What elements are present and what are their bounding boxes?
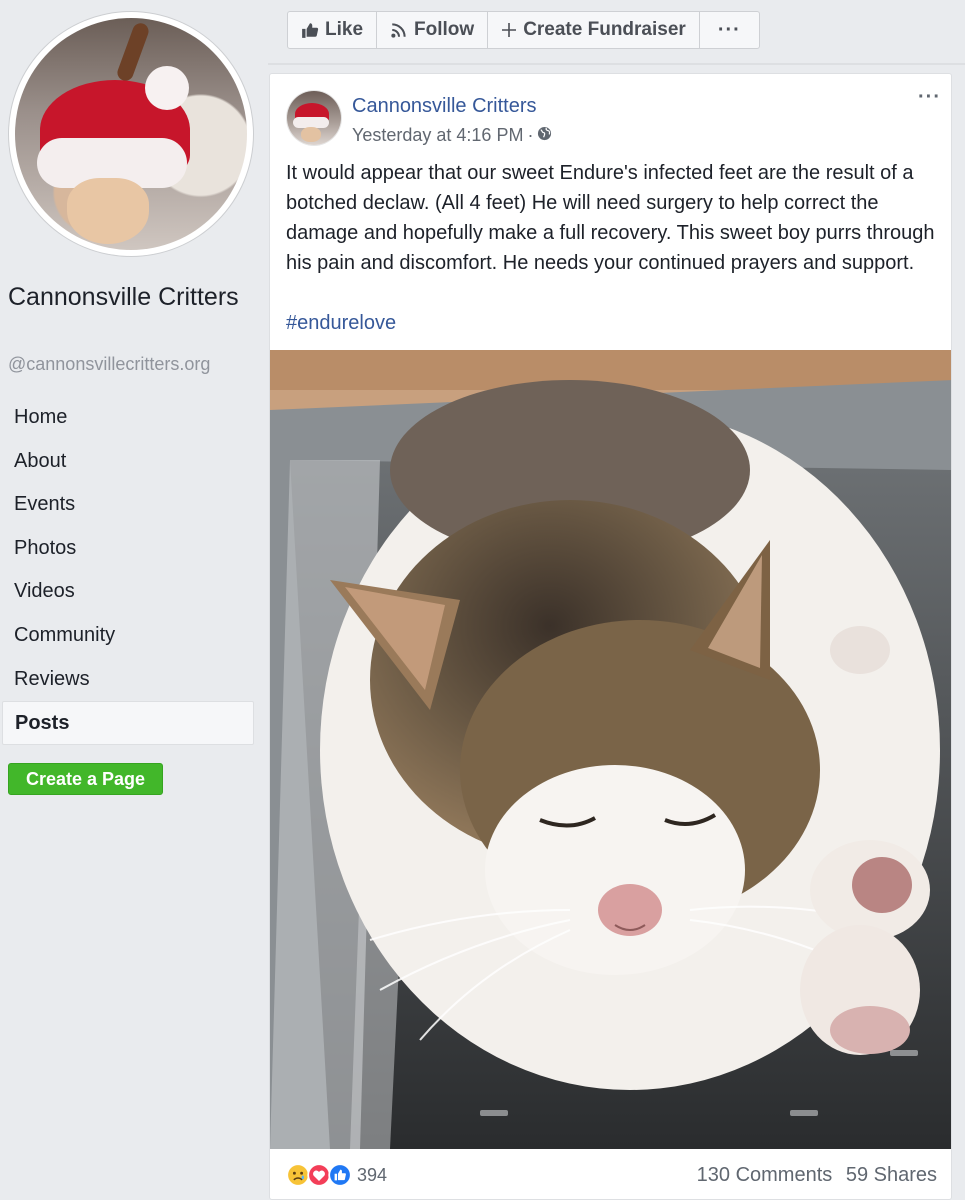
- page-profile-picture[interactable]: [9, 12, 253, 256]
- reaction-count[interactable]: 394: [357, 1165, 387, 1186]
- separator-dot: ·: [527, 125, 534, 145]
- nav-item-reviews[interactable]: Reviews: [2, 658, 254, 702]
- nav-item-home[interactable]: Home: [2, 396, 254, 440]
- rss-feed-icon: [390, 21, 408, 39]
- page-action-bar: Like Follow Create Fundraiser ···: [287, 11, 760, 49]
- comments-count-link[interactable]: 130 Comments: [697, 1164, 833, 1186]
- nav-item-about[interactable]: About: [2, 440, 254, 484]
- post-author-name[interactable]: Cannonsville Critters: [352, 95, 537, 118]
- comments-shares-summary: 130 Comments 59 Shares: [697, 1164, 937, 1187]
- cat-photo-illustration: [270, 350, 951, 1149]
- page-name[interactable]: Cannonsville Critters: [8, 278, 248, 316]
- globe-icon: [537, 125, 552, 146]
- fundraiser-label: Create Fundraiser: [523, 19, 686, 40]
- page-handle[interactable]: @cannonsvillecritters.org: [8, 354, 210, 375]
- shares-count-link[interactable]: 59 Shares: [846, 1164, 937, 1186]
- follow-button[interactable]: Follow: [377, 12, 489, 48]
- left-sidebar: Cannonsville Critters @cannonsvillecritt…: [0, 0, 262, 1200]
- like-page-button[interactable]: Like: [288, 12, 378, 48]
- post-engagement-bar: 394 130 Comments 59 Shares: [270, 1149, 951, 1199]
- profile-photo-kitten-in-santa-hat: [15, 18, 247, 250]
- follow-label: Follow: [414, 19, 475, 40]
- create-page-button[interactable]: Create a Page: [8, 763, 163, 795]
- like-label: Like: [325, 19, 364, 40]
- more-options-button[interactable]: ···: [700, 12, 759, 48]
- post-options-button[interactable]: ···: [918, 86, 941, 109]
- page-nav: Home About Events Photos Videos Communit…: [2, 396, 254, 745]
- post-card: Cannonsville Critters Yesterday at 4:16 …: [269, 73, 952, 1200]
- nav-item-posts[interactable]: Posts: [2, 701, 254, 745]
- create-fundraiser-button[interactable]: Create Fundraiser: [488, 12, 700, 48]
- nav-item-community[interactable]: Community: [2, 614, 254, 658]
- divider: [268, 63, 965, 65]
- thumbs-up-icon: [301, 21, 319, 39]
- post-body-text: It would appear that our sweet Endure's …: [286, 162, 935, 274]
- plus-icon: [501, 22, 517, 38]
- like-icon: [328, 1163, 352, 1187]
- post-photo-cat-on-exam-table[interactable]: [270, 350, 951, 1149]
- post-timestamp-row: Yesterday at 4:16 PM ·: [352, 125, 552, 146]
- nav-item-videos[interactable]: Videos: [2, 570, 254, 614]
- reactions-summary[interactable]: 394: [286, 1163, 387, 1187]
- nav-item-photos[interactable]: Photos: [2, 527, 254, 571]
- post-timestamp[interactable]: Yesterday at 4:16 PM: [352, 125, 523, 146]
- post-author-avatar[interactable]: [287, 91, 341, 145]
- hashtag-link[interactable]: #endurelove: [286, 308, 396, 338]
- nav-item-events[interactable]: Events: [2, 483, 254, 527]
